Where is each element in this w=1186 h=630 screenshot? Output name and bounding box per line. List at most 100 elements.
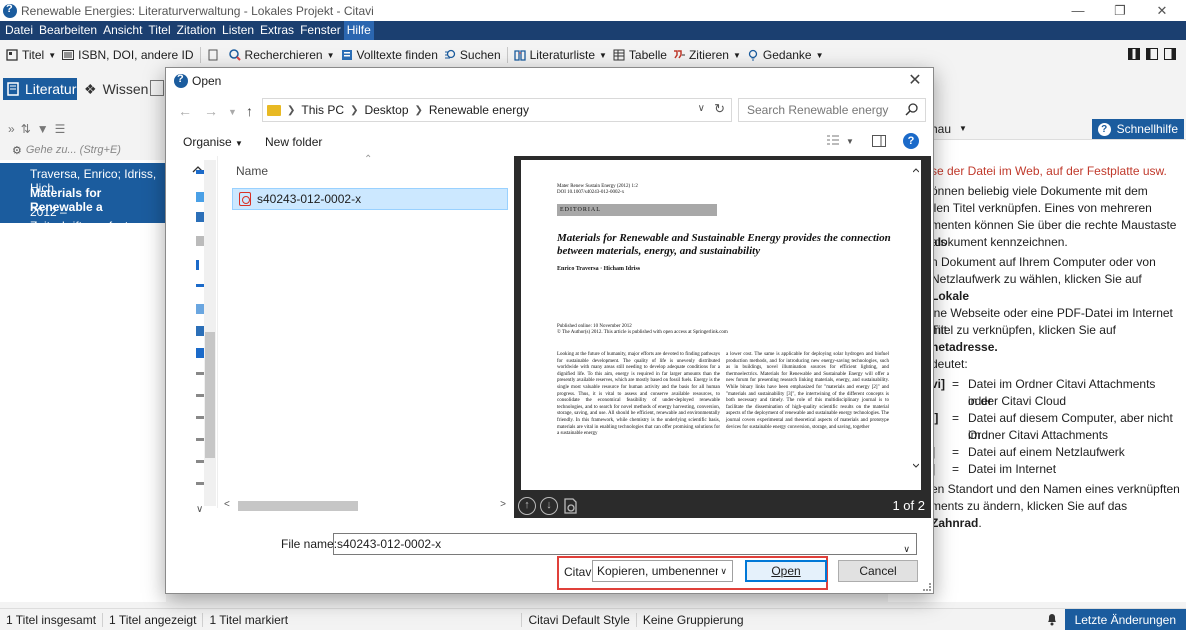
column-header-name[interactable]: Name (236, 164, 268, 178)
preview-section: EDITORIAL (557, 204, 717, 216)
menu-bearbeiten[interactable]: Bearbeiten (36, 21, 100, 40)
columns-icon[interactable]: ☰ (55, 122, 66, 136)
scroll-left-icon[interactable]: < (224, 499, 230, 510)
preview-pane-icon[interactable] (872, 134, 886, 148)
up-arrow-icon[interactable]: ↑ (246, 103, 253, 119)
last-changes-button[interactable]: Letzte Änderungen (1064, 609, 1186, 630)
page-up-icon[interactable]: ↑ (518, 497, 536, 515)
layout-right-icon[interactable] (1164, 48, 1176, 60)
cancel-button[interactable]: Cancel (838, 560, 918, 582)
breadcrumb-this-pc[interactable]: This PC (301, 103, 344, 117)
isbn-button[interactable]: ISBN, DOI, andere ID (62, 45, 194, 65)
quickhelp-button[interactable]: ? Schnellhilfe (1091, 119, 1184, 139)
layout-buttons (1128, 48, 1176, 60)
local-disk-icon[interactable] (196, 348, 204, 358)
layout-left-icon[interactable] (1128, 48, 1140, 60)
drive-icon[interactable] (196, 416, 204, 419)
gear-icon[interactable]: ⚙ (12, 144, 22, 157)
recent-locations-icon[interactable]: ▼ (228, 107, 237, 117)
menu-zitation[interactable]: Zitation (174, 21, 219, 40)
tabelle-button[interactable]: Tabelle (613, 45, 667, 65)
tab-literatur[interactable]: Literatur (3, 78, 77, 100)
suchen-button[interactable]: Suchen (444, 45, 501, 65)
file-name-input[interactable]: s40243-012-0002-x ∨ (333, 533, 917, 555)
page-search-icon[interactable] (562, 497, 580, 515)
page-count: 1 of 2 (892, 498, 925, 513)
file-item-pdf[interactable]: s40243-012-0002-x (232, 188, 508, 210)
bell-icon[interactable] (1046, 613, 1058, 626)
status-style[interactable]: Citavi Default Style (521, 612, 637, 627)
help-icon[interactable]: ? (903, 133, 919, 149)
page-down-icon[interactable]: ↓ (540, 497, 558, 515)
scroll-right-icon[interactable]: > (500, 499, 506, 510)
this-pc-icon[interactable] (196, 212, 204, 222)
pictures-icon[interactable] (196, 304, 204, 314)
quick-access-icon[interactable] (196, 170, 204, 174)
citavi-action-select[interactable]: Kopieren, umbenennen i ∨ (592, 560, 733, 582)
chevron-down-icon[interactable]: ▼ (846, 137, 854, 146)
drive-icon[interactable] (196, 460, 204, 463)
layout-middle-icon[interactable] (1146, 48, 1158, 60)
nav-scrollbar-thumb[interactable] (205, 332, 215, 458)
expand-icon[interactable]: » (8, 122, 15, 136)
tab-wissen[interactable]: ❖ Wissen (84, 78, 148, 100)
menu-fenster[interactable]: Fenster (297, 21, 344, 40)
refresh-icon[interactable]: ↻ (714, 101, 725, 117)
view-options-icon[interactable] (826, 134, 840, 148)
search-input[interactable]: Search Renewable energy (738, 98, 926, 122)
organise-button[interactable]: Organise ▼ (183, 135, 243, 149)
knowledge-icon: ❖ (84, 80, 97, 97)
breadcrumb-renewable-energy[interactable]: Renewable energy (429, 103, 529, 117)
menu-listen[interactable]: Listen (219, 21, 257, 40)
close-icon[interactable]: ✕ (903, 70, 927, 92)
breadcrumb-desktop[interactable]: Desktop (364, 103, 408, 117)
menu-extras[interactable]: Extras (257, 21, 297, 40)
menu-hilfe[interactable]: Hilfe (343, 21, 374, 40)
recherchieren-button[interactable]: Recherchieren ▼ (228, 45, 335, 65)
clipboard-button[interactable] (207, 45, 223, 65)
horizontal-scrollbar[interactable]: < > (222, 498, 508, 514)
menu-titel[interactable]: Titel (145, 21, 173, 40)
help-line: . (931, 288, 1181, 305)
drive-icon[interactable] (196, 394, 204, 397)
restore-icon[interactable]: ❐ (1100, 0, 1140, 21)
literaturliste-button[interactable]: Literaturliste ▼ (513, 45, 607, 65)
address-row: ← → ▼ ↑ ❯ This PC ❯ Desktop ❯ Renewable … (166, 98, 933, 124)
status-grouping[interactable]: Keine Gruppierung (637, 613, 750, 627)
back-arrow-icon[interactable]: ← (178, 103, 192, 119)
music-icon[interactable] (196, 284, 204, 287)
gedanke-button[interactable]: Gedanke ▼ (747, 45, 824, 65)
menu-datei[interactable]: Datei (2, 21, 36, 40)
drive-icon[interactable] (196, 438, 204, 441)
resize-grip[interactable] (923, 583, 931, 591)
scroll-down-arrow-icon[interactable]: ∨ (196, 504, 203, 515)
videos-icon[interactable] (196, 326, 204, 336)
sort-icon[interactable]: ⇅ (21, 122, 31, 136)
chevron-down-icon[interactable]: ∨ (698, 103, 705, 114)
help-pane-tab[interactable]: hau (931, 122, 951, 136)
filter-icon[interactable]: ▼ (37, 122, 49, 136)
list-item-selected[interactable]: Traversa, Enrico; Idriss, Hich Materials… (0, 163, 166, 233)
documents-icon[interactable] (196, 236, 204, 246)
open-button[interactable]: Open (745, 560, 827, 582)
new-title-button[interactable]: Titel ▼ (6, 45, 56, 65)
drive-icon[interactable] (196, 372, 204, 375)
chevron-down-icon: ▼ (732, 50, 741, 60)
forward-arrow-icon[interactable]: → (204, 103, 218, 119)
chevron-down-icon[interactable]: ∨ (903, 539, 910, 559)
tab-aufgaben[interactable] (150, 80, 164, 96)
preview-scrollbar[interactable] (913, 168, 919, 468)
volltexte-button[interactable]: Volltexte finden (341, 45, 438, 65)
menu-ansicht[interactable]: Ansicht (100, 21, 145, 40)
close-window-icon[interactable]: ✕ (1142, 0, 1182, 21)
hscroll-thumb[interactable] (238, 501, 358, 511)
address-bar[interactable]: ❯ This PC ❯ Desktop ❯ Renewable energy ∨… (262, 98, 732, 122)
minimize-icon[interactable]: — (1058, 0, 1098, 21)
zitieren-button[interactable]: Zitieren ▼ (673, 45, 741, 65)
onedrive-icon[interactable] (196, 192, 204, 202)
goto-field[interactable]: ⚙ Gehe zu... (Strg+E) (0, 140, 166, 160)
drive-icon[interactable] (196, 482, 204, 485)
new-folder-button[interactable]: New folder (265, 135, 322, 149)
downloads-icon[interactable] (196, 260, 199, 270)
help-line-text: Netzlaufwerk zu wählen, klicken Sie auf (931, 272, 1142, 286)
